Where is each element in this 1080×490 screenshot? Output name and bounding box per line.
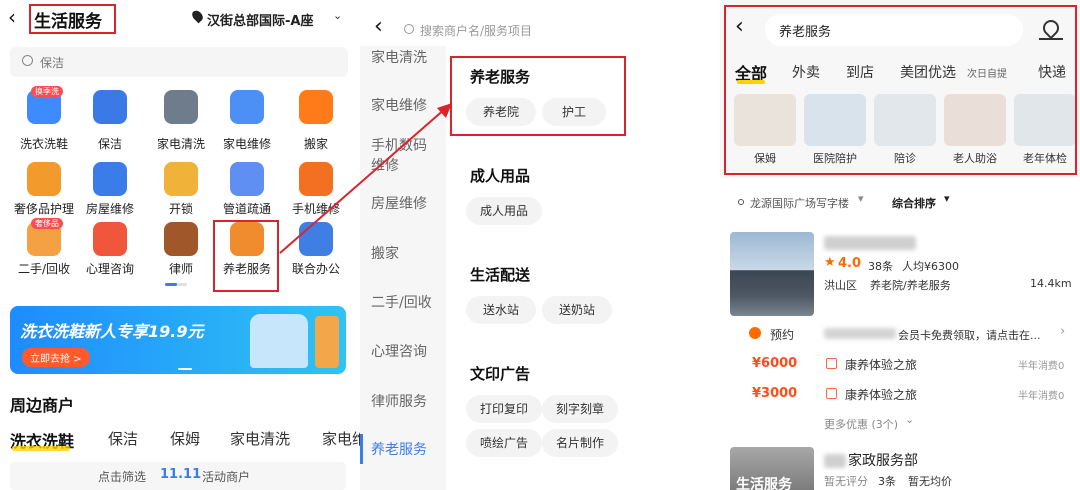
shop-price: 暂无均价: [908, 475, 952, 488]
chevron-down-icon: ▾: [858, 192, 864, 205]
shop-image-text: 生活服务: [736, 477, 792, 490]
deal-name[interactable]: 康养体验之旅: [845, 386, 917, 403]
shop-reviews: 38条: [868, 260, 893, 273]
reserve-label: 预约: [770, 328, 795, 342]
deal-sales: 半年消费0: [1018, 361, 1065, 372]
sort-filter[interactable]: 综合排序: [892, 195, 936, 211]
reserve-blurred: [824, 328, 896, 339]
chevron-down-icon[interactable]: ⌄: [905, 413, 914, 426]
shop-name-blurred: [824, 236, 916, 250]
deal-price: ¥3000: [752, 386, 798, 401]
shop-image[interactable]: 生活服务: [730, 447, 814, 490]
deal-icon: [826, 358, 837, 369]
chevron-down-icon: ▾: [944, 192, 950, 205]
shop-distance: 14.4km: [1030, 277, 1072, 290]
shop-category: 养老院/养老服务: [870, 279, 951, 292]
chevron-right-icon[interactable]: ›: [1060, 324, 1065, 339]
deal-price: ¥6000: [752, 356, 798, 371]
shop-name-blurred: [824, 454, 846, 468]
star-icon: ★: [824, 255, 836, 270]
reserve-icon: [749, 327, 761, 339]
location-dot-icon: [738, 199, 744, 205]
location-filter[interactable]: 龙源国际广场写字楼: [750, 195, 849, 211]
more-deals[interactable]: 更多优惠 (3个): [824, 416, 898, 432]
shop-rating: 4.0: [838, 256, 862, 271]
shop-area: 洪山区: [824, 279, 857, 292]
shop-image[interactable]: [730, 232, 814, 316]
reserve-text[interactable]: 会员卡免费领取，请点击在...: [898, 327, 1041, 343]
header-highlight-box: [724, 5, 1077, 175]
deal-sales: 半年消费0: [1018, 391, 1065, 402]
deal-name[interactable]: 康养体验之旅: [845, 356, 917, 373]
shop-rating: 暂无评分: [824, 475, 868, 488]
shop-price: 人均¥6300: [902, 260, 959, 273]
shop-name[interactable]: 家政服务部: [848, 450, 918, 470]
deal-icon: [826, 388, 837, 399]
elder-services-screen: ‹ 养老服务 全部 外卖 到店 美团优选 次日自提 快递 保姆 医院陪护 陪诊 老人助…: [720, 0, 1080, 490]
shop-reviews: 3条: [878, 475, 896, 488]
